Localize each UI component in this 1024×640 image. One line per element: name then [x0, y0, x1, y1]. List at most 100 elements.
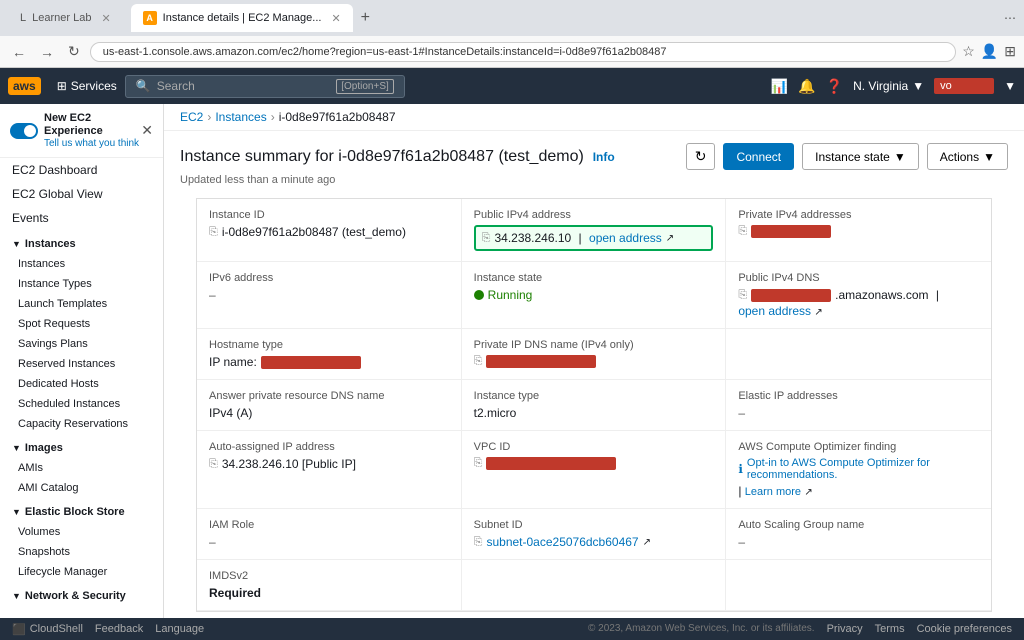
sidebar-item-ec2-dashboard[interactable]: EC2 Dashboard: [0, 158, 163, 182]
sidebar-section-instances[interactable]: ▼ Instances: [0, 230, 163, 254]
instance-state-label: Instance state: [815, 150, 890, 164]
sidebar-label-snapshots: Snapshots: [18, 546, 70, 558]
profile-icon[interactable]: 👤: [981, 43, 998, 60]
public-dns-open-link[interactable]: open address: [738, 304, 811, 318]
ipv6-label: IPv6 address: [209, 272, 449, 284]
sidebar-item-instance-types[interactable]: Instance Types: [0, 274, 163, 294]
summary-actions: ↻ Connect Instance state ▼ Actions ▼: [686, 143, 1008, 170]
vpc-copy-icon[interactable]: ⎘: [474, 457, 483, 470]
breadcrumb-ec2[interactable]: EC2: [180, 110, 203, 124]
url-bar[interactable]: us-east-1.console.aws.amazon.com/ec2/hom…: [90, 42, 957, 62]
auto-ip-copy-icon[interactable]: ⎘: [209, 458, 218, 471]
tab-learner-close[interactable]: ✕: [101, 12, 110, 25]
public-ipv4-copy-icon[interactable]: ⎘: [482, 232, 491, 245]
new-ec2-label: New EC2 Experience: [44, 112, 141, 138]
search-icon: 🔍: [136, 79, 151, 93]
sidebar-section-ebs[interactable]: ▼ Elastic Block Store: [0, 498, 163, 522]
public-ipv4-open-link[interactable]: open address: [589, 231, 662, 245]
privacy-link[interactable]: Privacy: [827, 623, 863, 635]
optimizer-link[interactable]: Opt-in to AWS Compute Optimizer for reco…: [747, 457, 979, 481]
sidebar-item-amis[interactable]: AMIs: [0, 458, 163, 478]
vpc-id-cell: VPC ID ⎘: [462, 431, 727, 509]
new-ec2-toggle[interactable]: [10, 123, 38, 139]
sidebar-section-images-label: Images: [25, 442, 63, 454]
cookie-preferences-link[interactable]: Cookie preferences: [917, 623, 1012, 635]
instance-id-copy-icon[interactable]: ⎘: [209, 226, 218, 239]
terms-link[interactable]: Terms: [875, 623, 905, 635]
sidebar-label-dedicated-hosts: Dedicated Hosts: [18, 378, 99, 390]
cloudshell-button[interactable]: ⬛ CloudShell: [12, 623, 83, 636]
new-ec2-experience: New EC2 Experience Tell us what you thin…: [10, 112, 141, 149]
subnet-copy-icon[interactable]: ⎘: [474, 536, 483, 549]
sidebar-section-images[interactable]: ▼ Images: [0, 434, 163, 458]
cloudwatch-icon[interactable]: 📊: [771, 78, 788, 95]
account-chevron-icon[interactable]: ▼: [1004, 79, 1016, 93]
tab-learner[interactable]: L Learner Lab ✕: [8, 4, 123, 32]
tab-ec2-close[interactable]: ✕: [331, 12, 340, 25]
search-input[interactable]: [157, 79, 331, 93]
region-selector[interactable]: N. Virginia ▼: [853, 79, 924, 93]
sidebar-item-scheduled-instances[interactable]: Scheduled Instances: [0, 394, 163, 414]
imdsv2-cell: IMDSv2 Required: [197, 560, 462, 611]
sidebar-item-reserved-instances[interactable]: Reserved Instances: [0, 354, 163, 374]
tab-ec2-label: Instance details | EC2 Manage...: [163, 12, 322, 24]
sidebar-item-ami-catalog[interactable]: AMI Catalog: [0, 478, 163, 498]
learn-more-link[interactable]: Learn more: [745, 486, 801, 498]
network-triangle-icon: ▼: [12, 591, 21, 601]
sidebar-item-launch-templates[interactable]: Launch Templates: [0, 294, 163, 314]
instance-state-value: Running: [474, 288, 714, 302]
instance-id-cell: Instance ID ⎘ i-0d8e97f61a2b08487 (test_…: [197, 199, 462, 262]
private-dns-copy-icon[interactable]: ⎘: [474, 355, 483, 368]
sidebar-item-snapshots[interactable]: Snapshots: [0, 542, 163, 562]
empty-cell-3: [726, 329, 991, 380]
help-icon[interactable]: ❓: [826, 78, 843, 95]
breadcrumb-instances[interactable]: Instances: [215, 110, 266, 124]
search-bar[interactable]: 🔍 [Option+S]: [125, 75, 405, 98]
bell-icon[interactable]: 🔔: [798, 78, 815, 95]
new-tab-button[interactable]: +: [361, 9, 370, 27]
sidebar-item-dedicated-hosts[interactable]: Dedicated Hosts: [0, 374, 163, 394]
more-tabs-button[interactable]: ⋯: [1004, 11, 1016, 25]
sidebar-close-button[interactable]: ✕: [141, 122, 153, 139]
subnet-id-cell: Subnet ID ⎘ subnet-0ace25076dcb60467 ↗: [462, 509, 727, 560]
sidebar-item-savings-plans[interactable]: Savings Plans: [0, 334, 163, 354]
actions-button[interactable]: Actions ▼: [927, 143, 1008, 170]
bookmark-icon[interactable]: ☆: [962, 43, 975, 60]
private-ip-dns-cell: Private IP DNS name (IPv4 only) ⎘: [462, 329, 727, 380]
external-link-icon: ↗: [666, 233, 674, 244]
refresh-button[interactable]: ↻: [64, 41, 84, 62]
refresh-button[interactable]: ↻: [686, 143, 716, 170]
subnet-id-link[interactable]: subnet-0ace25076dcb60467: [486, 535, 638, 549]
forward-button[interactable]: →: [36, 42, 58, 62]
public-ipv4-dns-value: ⎘ .amazonaws.com |: [738, 288, 979, 302]
back-button[interactable]: ←: [8, 42, 30, 62]
sidebar-item-events[interactable]: Events: [0, 206, 163, 230]
sidebar-item-capacity-reservations[interactable]: Capacity Reservations: [0, 414, 163, 434]
sidebar-item-lifecycle-manager[interactable]: Lifecycle Manager: [0, 562, 163, 582]
services-button[interactable]: ⊞ Services: [49, 75, 125, 97]
bottom-bar: ⬛ CloudShell Feedback Language © 2023, A…: [0, 618, 1024, 640]
feedback-button[interactable]: Feedback: [95, 623, 143, 635]
private-ipv4-cell: Private IPv4 addresses ⎘: [726, 199, 991, 262]
sidebar-label-reserved-instances: Reserved Instances: [18, 358, 115, 370]
sidebar-section-network-security[interactable]: ▼ Network & Security: [0, 582, 163, 606]
sidebar-item-ec2-global-view[interactable]: EC2 Global View: [0, 182, 163, 206]
sidebar-item-volumes[interactable]: Volumes: [0, 522, 163, 542]
connect-button[interactable]: Connect: [723, 143, 794, 170]
topbar-right: 📊 🔔 ❓ N. Virginia ▼ vo ▼: [771, 78, 1016, 95]
summary-info-link[interactable]: Info: [593, 150, 615, 164]
user-label[interactable]: vo: [934, 78, 994, 94]
public-dns-copy-icon[interactable]: ⎘: [738, 289, 747, 302]
summary-header: Instance summary for i-0d8e97f61a2b08487…: [180, 143, 1008, 170]
new-ec2-link[interactable]: Tell us what you think: [44, 138, 141, 149]
address-actions: ☆ 👤 ⊞: [962, 43, 1016, 60]
private-ipv4-copy-icon[interactable]: ⎘: [738, 225, 747, 238]
instance-state-button[interactable]: Instance state ▼: [802, 143, 919, 170]
sidebar-item-instances[interactable]: Instances: [0, 254, 163, 274]
ec2-favicon: A: [143, 11, 157, 25]
language-button[interactable]: Language: [155, 623, 204, 635]
sidebar-item-spot-requests[interactable]: Spot Requests: [0, 314, 163, 334]
instance-state-chevron-icon: ▼: [894, 150, 906, 164]
extensions-icon[interactable]: ⊞: [1004, 43, 1016, 60]
tab-ec2[interactable]: A Instance details | EC2 Manage... ✕: [131, 4, 353, 32]
